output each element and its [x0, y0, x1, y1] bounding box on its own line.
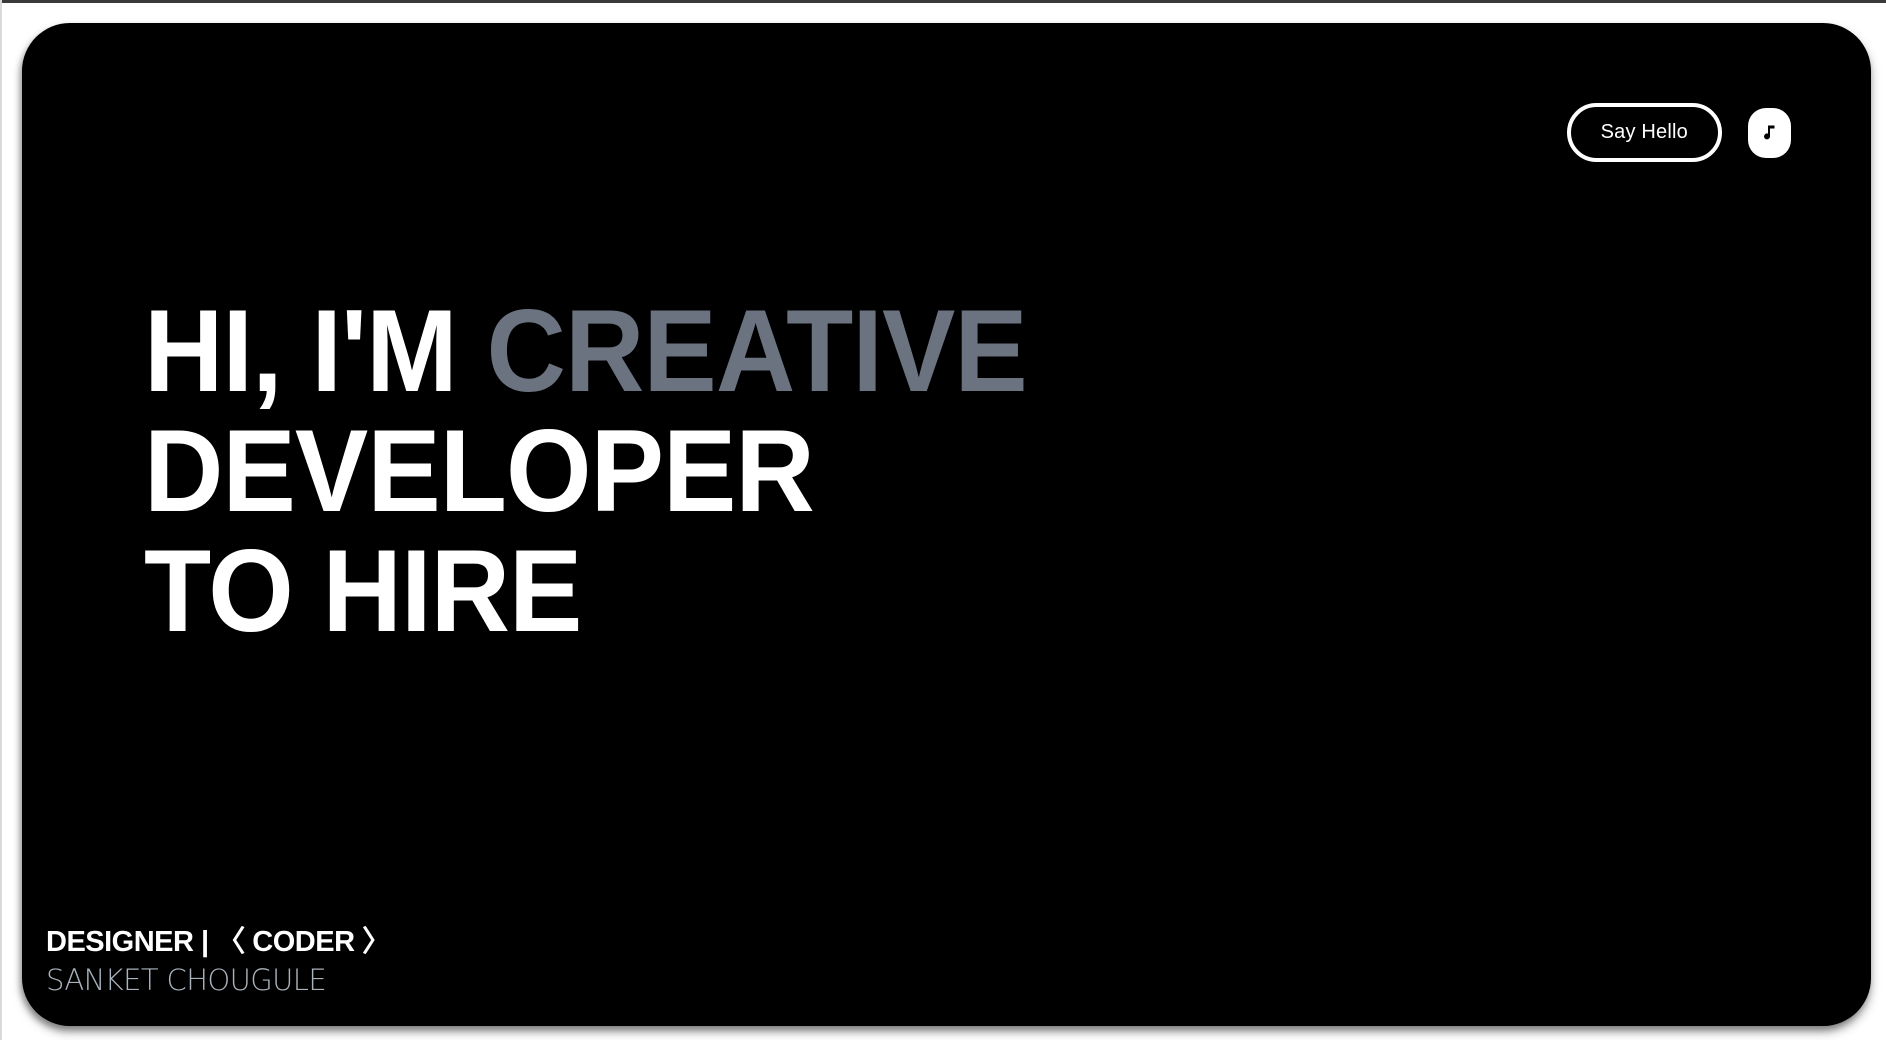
window-left-edge: [0, 0, 2, 1040]
headline-accent-word: CREATIVE: [486, 285, 1027, 416]
angle-close-icon: 〉: [354, 926, 391, 958]
hero-headline: HI, I'M CREATIVE DEVELOPER TO HIRE: [144, 291, 1028, 656]
say-hello-button[interactable]: Say Hello: [1566, 103, 1722, 162]
role-coder: CODER: [252, 926, 355, 958]
window-top-edge: [0, 0, 1886, 3]
hero-section: Say Hello HI, I'M CREATIVE DEVELOPER TO …: [22, 23, 1871, 1026]
role-designer: DESIGNER: [46, 926, 194, 958]
footer-info: DESIGNER | 〈 CODER 〉 SANKET CHOUGULE: [46, 924, 391, 1000]
role-tagline: DESIGNER | 〈 CODER 〉: [46, 924, 391, 960]
headline-line-1: HI, I'M CREATIVE: [144, 291, 1028, 411]
music-note-icon: [1763, 125, 1774, 139]
headline-line-2: DEVELOPER: [144, 405, 815, 536]
headline-line-3: TO HIRE: [144, 525, 582, 656]
music-toggle-button[interactable]: [1748, 107, 1791, 158]
headline-greeting: HI, I'M: [144, 285, 487, 416]
owner-name: SANKET CHOUGULE: [46, 963, 327, 997]
top-actions: Say Hello: [1566, 103, 1791, 162]
angle-open-icon: 〈: [216, 926, 253, 958]
role-separator: |: [193, 926, 217, 958]
